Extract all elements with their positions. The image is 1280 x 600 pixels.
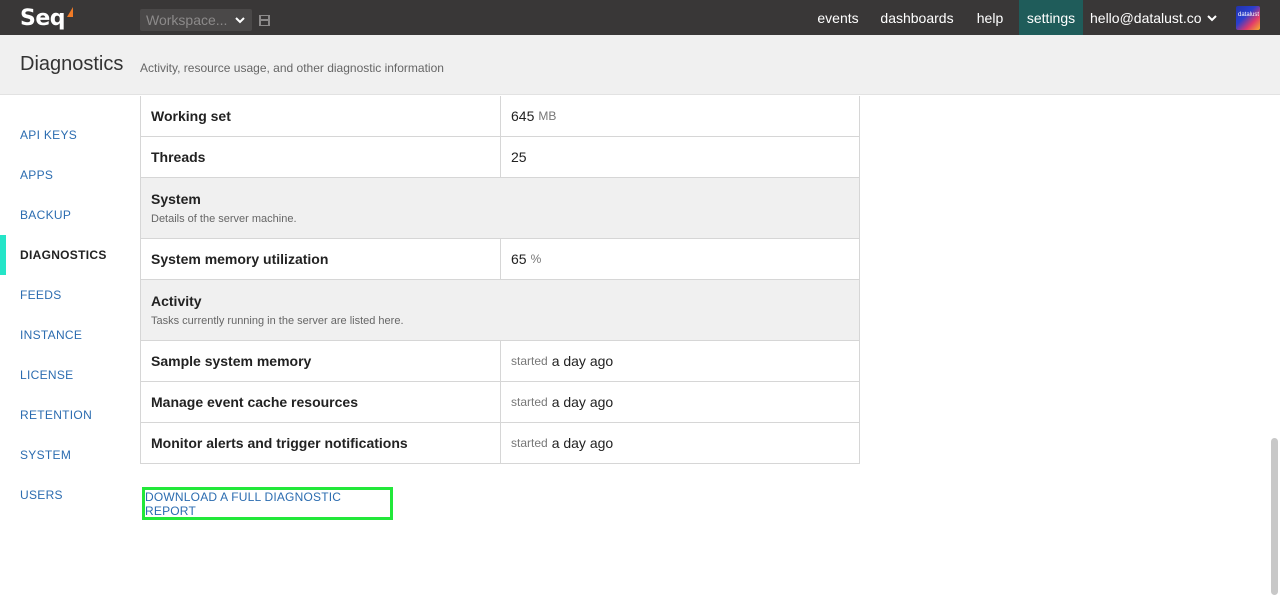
workspace-selector[interactable]: Workspace... bbox=[140, 9, 252, 31]
row-key: Working set bbox=[141, 96, 501, 136]
value-number: 645 bbox=[511, 108, 535, 124]
nav-events[interactable]: events bbox=[808, 0, 868, 35]
chevron-down-icon bbox=[1206, 12, 1218, 24]
section-title: System bbox=[151, 191, 201, 207]
sidebar-item-backup[interactable]: BACKUP bbox=[0, 195, 130, 235]
sidebar-item-license[interactable]: LICENSE bbox=[0, 355, 130, 395]
seq-logo[interactable]: Seq bbox=[20, 4, 76, 32]
scrollbar[interactable] bbox=[1271, 438, 1278, 595]
diagnostics-table: Working set 645 MB Threads 25 System Det… bbox=[140, 96, 860, 464]
value-number: 65 bbox=[511, 251, 527, 267]
logo-text: Seq bbox=[20, 5, 66, 31]
save-icon[interactable] bbox=[259, 13, 270, 26]
sidebar-item-diagnostics[interactable]: DIAGNOSTICS bbox=[0, 235, 130, 275]
sidebar-item-apps[interactable]: APPS bbox=[0, 155, 130, 195]
sidebar-item-instance[interactable]: INSTANCE bbox=[0, 315, 130, 355]
table-row: Sample system memory started a day ago bbox=[141, 341, 859, 382]
row-value: 645 MB bbox=[501, 96, 859, 136]
value-prefix: started bbox=[511, 354, 548, 368]
section-description: Details of the server machine. bbox=[151, 213, 297, 225]
sidebar-item-retention[interactable]: RETENTION bbox=[0, 395, 130, 435]
row-key: Threads bbox=[141, 137, 501, 177]
section-header-system: System Details of the server machine. bbox=[141, 178, 859, 239]
value-text: a day ago bbox=[551, 435, 614, 451]
table-row: System memory utilization 65 % bbox=[141, 239, 859, 280]
row-key: Monitor alerts and trigger notifications bbox=[141, 423, 501, 463]
value-text: a day ago bbox=[551, 353, 614, 369]
row-value: started a day ago bbox=[501, 341, 859, 381]
sidebar-item-feeds[interactable]: FEEDS bbox=[0, 275, 130, 315]
value-number: 25 bbox=[511, 149, 527, 165]
top-bar: Seq Workspace... events dashboards help … bbox=[0, 0, 1280, 35]
sidebar-item-api-keys[interactable]: API KEYS bbox=[0, 115, 130, 155]
row-value: 25 bbox=[501, 137, 859, 177]
value-unit: MB bbox=[538, 109, 557, 123]
table-row: Working set 645 MB bbox=[141, 96, 859, 137]
value-unit: % bbox=[530, 252, 542, 266]
section-header-activity: Activity Tasks currently running in the … bbox=[141, 280, 859, 341]
sidebar-item-system[interactable]: SYSTEM bbox=[0, 435, 130, 475]
page-header: Diagnostics Activity, resource usage, an… bbox=[0, 35, 1280, 95]
section-description: Tasks currently running in the server ar… bbox=[151, 315, 404, 327]
chevron-down-icon bbox=[234, 13, 246, 31]
page-subtitle: Activity, resource usage, and other diag… bbox=[140, 61, 444, 75]
table-row: Monitor alerts and trigger notifications… bbox=[141, 423, 859, 464]
row-value: started a day ago bbox=[501, 382, 859, 422]
row-key: System memory utilization bbox=[141, 239, 501, 279]
section-title: Activity bbox=[151, 293, 202, 309]
page-title: Diagnostics bbox=[20, 53, 124, 75]
value-text: a day ago bbox=[551, 394, 614, 410]
row-key: Sample system memory bbox=[141, 341, 501, 381]
row-value: 65 % bbox=[501, 239, 859, 279]
user-menu[interactable]: hello@datalust.co bbox=[1090, 0, 1218, 35]
row-value: started a day ago bbox=[501, 423, 859, 463]
avatar[interactable]: datalust bbox=[1236, 6, 1260, 30]
download-report-button[interactable]: DOWNLOAD A FULL DIAGNOSTIC REPORT bbox=[142, 487, 393, 520]
sidebar-item-users[interactable]: USERS bbox=[0, 475, 130, 515]
value-prefix: started bbox=[511, 395, 548, 409]
nav-settings[interactable]: settings bbox=[1019, 0, 1083, 35]
nav-help[interactable]: help bbox=[968, 0, 1012, 35]
table-row: Threads 25 bbox=[141, 137, 859, 178]
table-row: Manage event cache resources started a d… bbox=[141, 382, 859, 423]
value-prefix: started bbox=[511, 436, 548, 450]
row-key: Manage event cache resources bbox=[141, 382, 501, 422]
avatar-text: datalust bbox=[1238, 12, 1260, 18]
logo-mark-icon bbox=[67, 7, 76, 19]
workspace-label: Workspace... bbox=[146, 12, 228, 28]
user-email: hello@datalust.co bbox=[1090, 9, 1202, 26]
nav-dashboards[interactable]: dashboards bbox=[872, 0, 962, 35]
